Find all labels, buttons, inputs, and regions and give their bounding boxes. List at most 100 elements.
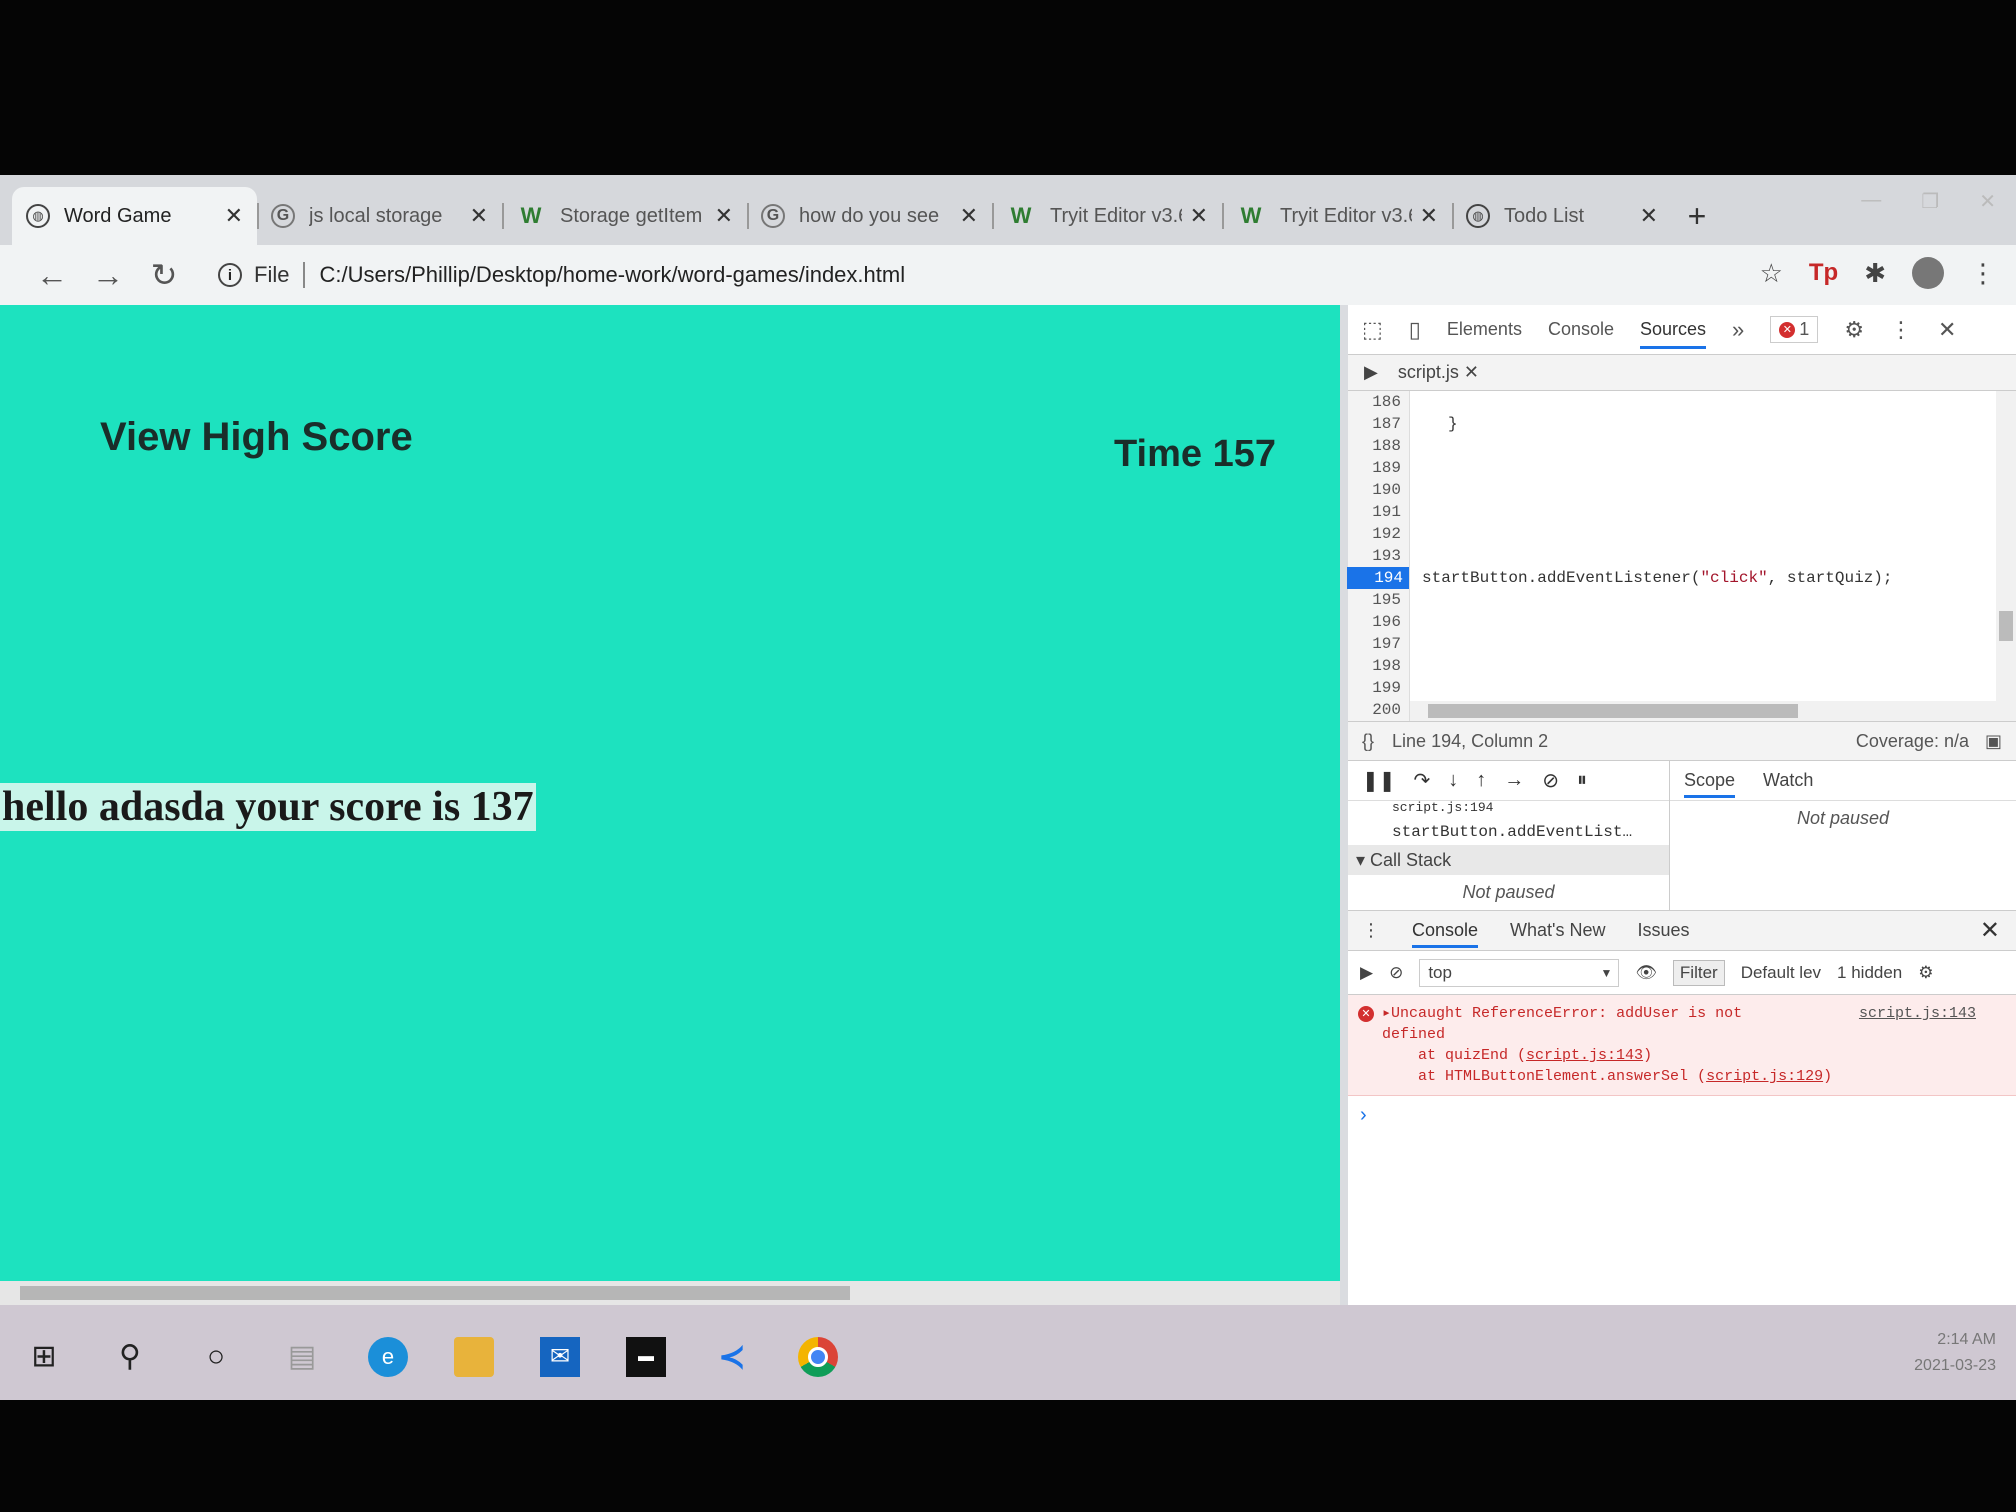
tab-how-do-you-see[interactable]: G how do you see ✕ xyxy=(747,187,992,245)
reload-icon[interactable]: ↻ xyxy=(136,256,192,294)
extensions-puzzle-icon[interactable]: ✱ xyxy=(1864,258,1886,289)
context-selector[interactable]: top xyxy=(1419,958,1620,987)
scrollbar-thumb[interactable] xyxy=(1999,611,2013,641)
live-expression-eye-icon[interactable]: 👁 xyxy=(1635,963,1657,983)
step-into-icon[interactable]: ↓ xyxy=(1448,769,1458,792)
line-number[interactable]: 199 xyxy=(1341,677,1401,699)
line-number[interactable]: 200 xyxy=(1341,699,1401,721)
close-file-icon[interactable]: ✕ xyxy=(1464,362,1479,382)
file-tab-script-js[interactable]: script.js ✕ xyxy=(1398,362,1479,383)
drawer-tab-console[interactable]: Console xyxy=(1412,920,1479,948)
line-number[interactable]: 191 xyxy=(1341,501,1401,523)
forward-icon[interactable]: → xyxy=(80,257,136,294)
info-icon[interactable]: i xyxy=(218,263,242,287)
breakpoint-file[interactable]: script.js:194 xyxy=(1348,801,1669,819)
console-error-message[interactable]: ✕ script.js:143 ▸Uncaught ReferenceError… xyxy=(1348,995,2016,1096)
mail-icon[interactable]: ✉ xyxy=(540,1336,580,1377)
window-close-icon[interactable]: ✕ xyxy=(1979,189,1996,214)
settings-gear-icon[interactable]: ⚙ xyxy=(1844,317,1864,343)
tab-elements[interactable]: Elements xyxy=(1447,319,1522,340)
pause-on-exceptions-icon[interactable]: ⏸ xyxy=(1577,769,1587,792)
system-clock[interactable]: 2:14 AM 2021-03-23 xyxy=(1914,1327,1996,1379)
code-horizontal-scrollbar[interactable] xyxy=(1410,701,1996,721)
console-prompt[interactable]: › xyxy=(1348,1096,2016,1135)
tab-storage-getitem[interactable]: W Storage getItem ✕ xyxy=(502,187,747,245)
drawer-close-icon[interactable]: ✕ xyxy=(1980,916,2000,945)
menu-kebab-icon[interactable]: ⋮ xyxy=(1970,258,1996,289)
error-count-badge[interactable]: ✕ 1 xyxy=(1770,316,1819,343)
code-editor[interactable]: 186 187 188 189 190 191 192 193 194 195 … xyxy=(1347,391,2016,721)
stack-frame-link[interactable]: script.js:129 xyxy=(1706,1068,1823,1085)
tab-watch[interactable]: Watch xyxy=(1763,770,1813,791)
address-bar[interactable]: i File C:/Users/Phillip/Desktop/home-wor… xyxy=(204,253,1704,297)
tab-tryit-editor-1[interactable]: W Tryit Editor v3.6 ✕ xyxy=(992,187,1222,245)
coverage-icon[interactable]: ▣ xyxy=(1985,731,2002,752)
drawer-menu-icon[interactable]: ⋮ xyxy=(1362,920,1380,941)
tab-word-game[interactable]: ◍ Word Game ✕ xyxy=(12,187,257,245)
url-text[interactable]: C:/Users/Phillip/Desktop/home-work/word-… xyxy=(319,262,905,288)
close-tab-icon[interactable]: ✕ xyxy=(470,203,488,229)
close-tab-icon[interactable]: ✕ xyxy=(1190,203,1208,229)
cortana-icon[interactable]: ○ xyxy=(196,1337,236,1377)
vscode-icon[interactable]: ≺ xyxy=(712,1337,752,1377)
filter-input[interactable]: Filter xyxy=(1672,959,1725,986)
deactivate-breakpoints-icon[interactable]: ⊘ xyxy=(1542,768,1559,793)
more-tabs-icon[interactable]: » xyxy=(1732,317,1744,343)
tab-tryit-editor-2[interactable]: W Tryit Editor v3.6 ✕ xyxy=(1222,187,1452,245)
bookmark-star-icon[interactable]: ☆ xyxy=(1760,258,1783,289)
sidebar-toggle-icon[interactable]: ▶ xyxy=(1360,963,1373,983)
line-number[interactable]: 193 xyxy=(1341,545,1401,567)
line-number[interactable]: 198 xyxy=(1341,655,1401,677)
clear-console-icon[interactable]: ⊘ xyxy=(1389,963,1403,983)
search-icon[interactable]: ⚲ xyxy=(110,1337,150,1377)
close-tab-icon[interactable]: ✕ xyxy=(1640,203,1658,229)
task-view-icon[interactable]: ▤ xyxy=(282,1337,322,1377)
device-toggle-icon[interactable]: ▯ xyxy=(1409,317,1421,343)
line-number[interactable]: 195 xyxy=(1341,589,1401,611)
log-levels-dropdown[interactable]: Default lev xyxy=(1741,963,1821,983)
line-number[interactable]: 188 xyxy=(1341,435,1401,457)
scrollbar-thumb[interactable] xyxy=(1428,704,1798,718)
tab-js-local-storage[interactable]: G js local storage ✕ xyxy=(257,187,502,245)
line-number[interactable]: 192 xyxy=(1341,523,1401,545)
step-over-icon[interactable]: ↷ xyxy=(1414,768,1431,793)
page-horizontal-scrollbar[interactable] xyxy=(0,1281,1340,1305)
console-settings-icon[interactable]: ⚙ xyxy=(1918,963,1933,983)
terminal-icon[interactable]: ▬ xyxy=(626,1336,666,1377)
extension-icon[interactable]: Tp xyxy=(1809,259,1838,287)
close-tab-icon[interactable]: ✕ xyxy=(715,203,733,229)
line-number[interactable]: 187 xyxy=(1341,413,1401,435)
edge-browser-icon[interactable]: e xyxy=(368,1336,408,1377)
tab-scope[interactable]: Scope xyxy=(1684,770,1736,798)
chrome-icon[interactable] xyxy=(798,1336,838,1377)
view-high-score-link[interactable]: View High Score xyxy=(100,415,413,460)
profile-avatar[interactable] xyxy=(1912,257,1944,289)
tab-sources[interactable]: Sources xyxy=(1640,319,1707,349)
step-out-icon[interactable]: ↑ xyxy=(1476,769,1486,792)
back-icon[interactable]: ← xyxy=(24,257,80,294)
step-icon[interactable]: → xyxy=(1504,769,1524,792)
drawer-tab-whats-new[interactable]: What's New xyxy=(1510,920,1605,941)
navigator-toggle-icon[interactable]: ▶ xyxy=(1364,362,1378,383)
call-stack-header[interactable]: ▾ Call Stack xyxy=(1348,845,1669,875)
new-tab-button[interactable]: + xyxy=(1672,187,1722,245)
scrollbar-thumb[interactable] xyxy=(20,1286,850,1300)
line-number[interactable]: 186 xyxy=(1341,391,1401,413)
breakpoint-line-number[interactable]: 194 xyxy=(1347,567,1409,589)
inspect-element-icon[interactable]: ⬚ xyxy=(1362,317,1383,343)
stack-frame-link[interactable]: script.js:143 xyxy=(1526,1047,1643,1064)
devtools-close-icon[interactable]: ✕ xyxy=(1938,317,1956,343)
devtools-menu-icon[interactable]: ⋮ xyxy=(1890,317,1912,343)
line-number[interactable]: 196 xyxy=(1341,611,1401,633)
drawer-tab-issues[interactable]: Issues xyxy=(1638,920,1690,941)
windows-start-icon[interactable]: ⊞ xyxy=(24,1337,64,1377)
line-number[interactable]: 189 xyxy=(1341,457,1401,479)
tab-todo-list[interactable]: ◍ Todo List ✕ xyxy=(1452,187,1672,245)
tab-console[interactable]: Console xyxy=(1548,319,1614,340)
pause-icon[interactable]: ❚❚ xyxy=(1362,768,1396,793)
close-tab-icon[interactable]: ✕ xyxy=(1420,203,1438,229)
minimize-icon[interactable]: — xyxy=(1861,189,1881,214)
close-tab-icon[interactable]: ✕ xyxy=(225,203,243,229)
error-source-link[interactable]: script.js:143 xyxy=(1859,1003,1976,1024)
file-explorer-icon[interactable] xyxy=(454,1336,494,1377)
